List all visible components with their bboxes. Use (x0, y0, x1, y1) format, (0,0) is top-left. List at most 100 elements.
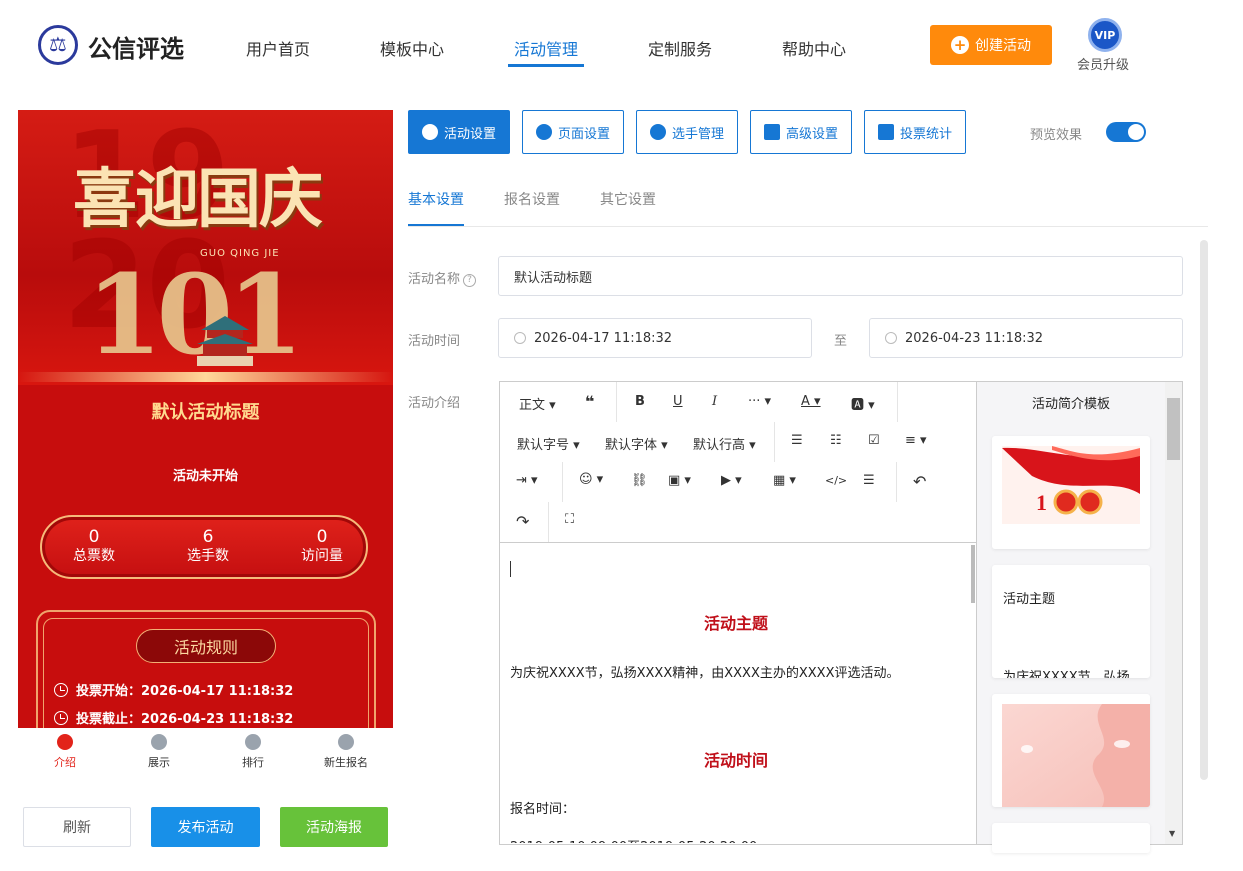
numbered-list-icon[interactable]: ☷ (830, 433, 842, 448)
nav-item-templates[interactable]: 模板中心 (380, 36, 444, 60)
nav-item-home[interactable]: 用户首页 (246, 36, 310, 60)
start-time-input[interactable]: 2026-04-17 11:18:32 (498, 318, 812, 358)
clock-icon (514, 332, 526, 344)
intro-icon (57, 734, 73, 750)
todo-checkbox-icon[interactable]: ☑ (868, 433, 880, 448)
subtab-basic[interactable]: 基本设置 (408, 189, 464, 209)
template-card-4[interactable] (992, 823, 1150, 853)
align-icon[interactable]: ≡ ▾ (905, 433, 927, 448)
tab-vote-stats[interactable]: 投票统计 (864, 110, 966, 154)
font-family-select[interactable]: 默认字体 ▾ (605, 434, 668, 453)
clock-icon (885, 332, 897, 344)
more-format-icon[interactable]: ··· ▾ (748, 394, 771, 409)
banner-number: 101 (86, 250, 304, 379)
publish-activity-button[interactable]: 发布活动 (151, 807, 260, 847)
stat-visits: 0 访问量 (272, 527, 372, 565)
divider-line-icon[interactable]: ☰ (863, 473, 875, 488)
vip-upgrade-link[interactable]: 会员升级 (1077, 54, 1129, 73)
fullscreen-icon[interactable]: ⛶ (565, 512, 574, 527)
italic-icon[interactable]: I (712, 394, 717, 409)
preview-tab-signup[interactable]: 新生报名 (316, 734, 376, 770)
refresh-button[interactable]: 刷新 (23, 807, 131, 847)
tab-label: 高级设置 (785, 126, 838, 142)
nav-active-indicator (508, 64, 584, 67)
activity-poster-button[interactable]: 活动海报 (280, 807, 388, 847)
template-card-3[interactable] (992, 694, 1150, 807)
font-color-icon[interactable]: A ▾ (801, 394, 821, 409)
stat-label: 访问量 (301, 548, 343, 564)
toolbar-separator (774, 422, 775, 462)
emoji-icon[interactable]: ☺ ▾ (579, 472, 603, 487)
create-activity-button[interactable]: + 创建活动 (930, 25, 1052, 65)
font-family-value: 默认字体 (605, 438, 658, 453)
page-scrollbar[interactable] (1200, 240, 1208, 780)
stat-label: 选手数 (187, 548, 229, 564)
editor-scrollbar[interactable] (971, 545, 975, 603)
nav-item-activity-manage[interactable]: 活动管理 (514, 36, 578, 60)
tab-activity-settings[interactable]: 活动设置 (408, 110, 510, 154)
subtab-signup[interactable]: 报名设置 (504, 189, 560, 209)
preview-tab-intro[interactable]: 介绍 (35, 734, 95, 770)
vip-icon[interactable]: VIP (1088, 18, 1122, 52)
text-caret (510, 561, 511, 577)
code-icon[interactable]: </> (825, 474, 847, 487)
tab-advanced-settings[interactable]: 高级设置 (750, 110, 852, 154)
logo-icon[interactable] (38, 25, 78, 65)
toolbar-row: 正文 ▾ ❝ B U I ··· ▾ A ▾ 🅰 ▾ (500, 382, 976, 422)
indent-icon[interactable]: ⇥ ▾ (516, 473, 538, 488)
subtab-other[interactable]: 其它设置 (600, 189, 656, 209)
tab-label: 活动设置 (443, 126, 496, 142)
chart-icon (877, 124, 894, 140)
help-icon[interactable]: ? (463, 274, 477, 287)
undo-icon[interactable]: ↶ (913, 472, 926, 491)
preview-tab-rank[interactable]: 排行 (223, 734, 283, 770)
festival-banner: 19 20 喜迎国庆 GUO QING JIE 101 (18, 110, 393, 385)
link-icon[interactable]: ⛓ (631, 473, 648, 488)
background-color-icon[interactable]: 🅰 ▾ (851, 394, 875, 413)
bullet-list-icon[interactable]: ☰ (791, 433, 803, 448)
rank-icon (245, 734, 261, 750)
content-heading-time: 活动时间 (703, 751, 768, 770)
template-card-2[interactable]: 活动主题 为庆祝XXXX节，弘扬 (992, 565, 1150, 678)
rule-text: 投票开始：2026-04-17 11:18:32 (76, 684, 294, 699)
tab-contestant-manage[interactable]: 选手管理 (636, 110, 738, 154)
gear-icon (535, 124, 552, 140)
blockquote-icon[interactable]: ❝ (585, 392, 594, 411)
toolbar-separator (548, 502, 549, 542)
mobile-preview: 19 20 喜迎国庆 GUO QING JIE 101 默认活动标题 活动未开始 … (18, 110, 393, 728)
tab-label: 展示 (148, 756, 170, 769)
stat-label: 总票数 (73, 548, 115, 564)
bold-icon[interactable]: B (635, 394, 645, 409)
tab-label: 介绍 (54, 756, 76, 769)
temple-icon (197, 316, 253, 366)
nav-item-custom-service[interactable]: 定制服务 (648, 36, 712, 60)
image-icon[interactable]: ▣ ▾ (668, 473, 691, 488)
line-height-select[interactable]: 默认行高 ▾ (693, 434, 756, 453)
redo-icon[interactable]: ↷ (516, 512, 529, 531)
preview-tab-display[interactable]: 展示 (129, 734, 189, 770)
rule-vote-start: 投票开始：2026-04-17 11:18:32 (54, 680, 293, 699)
preview-toggle[interactable] (1106, 122, 1146, 142)
content-paragraph: 报名时间： (510, 802, 576, 817)
underline-icon[interactable]: U (673, 394, 683, 409)
end-time-input[interactable]: 2026-04-23 11:18:32 (869, 318, 1183, 358)
scroll-down-arrow-icon[interactable]: ▼ (1169, 829, 1175, 838)
video-icon[interactable]: ▶ ▾ (721, 473, 742, 488)
table-icon[interactable]: ▦ ▾ (773, 473, 796, 488)
template-panel-title: 活动简介模板 (1031, 397, 1110, 412)
font-size-select[interactable]: 默认字号 ▾ (517, 434, 580, 453)
tab-page-settings[interactable]: 页面设置 (522, 110, 624, 154)
subtab-active-indicator (408, 224, 464, 226)
nav-item-help[interactable]: 帮助中心 (782, 36, 846, 60)
font-size-value: 默认字号 (517, 438, 570, 453)
paragraph-format-select[interactable]: 正文 ▾ (519, 394, 556, 413)
activity-name-input[interactable]: 默认活动标题 (498, 256, 1183, 296)
display-icon (151, 734, 167, 750)
paragraph-format-value: 正文 (519, 398, 546, 413)
template-thumbnail-pink (1002, 704, 1150, 807)
template-scrollbar-thumb[interactable] (1167, 398, 1180, 460)
brand-name[interactable]: 公信评选 (88, 29, 184, 64)
template-card-1[interactable]: 1 (992, 436, 1150, 549)
stat-total-votes: 0 总票数 (44, 527, 144, 565)
rule-vote-end: 投票截止：2026-04-23 11:18:32 (54, 708, 293, 727)
